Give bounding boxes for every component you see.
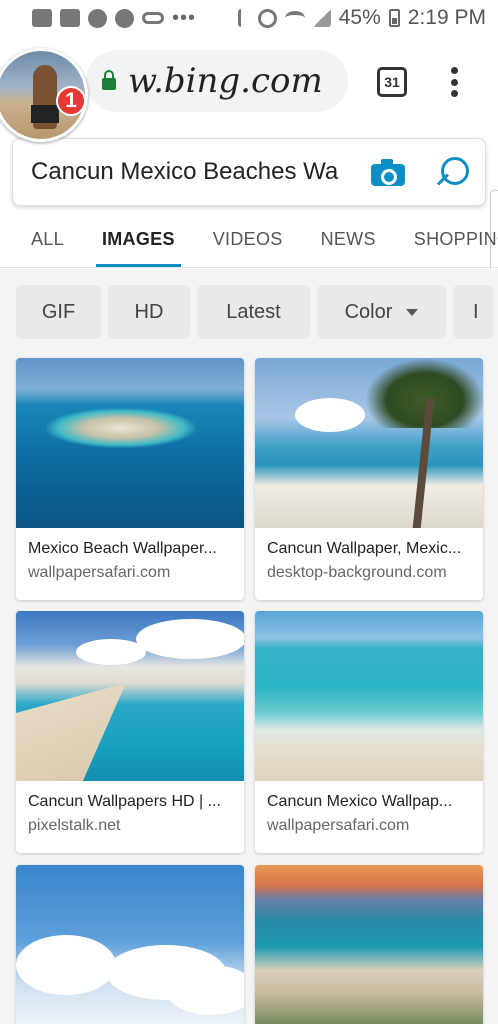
- cloud-shape: [166, 965, 244, 1015]
- image-result-card[interactable]: Mexico Beach Wallpaper... wallpapersafar…: [16, 358, 244, 600]
- search-input[interactable]: Cancun Mexico Beaches Wa: [31, 158, 349, 186]
- battery-icon: [388, 9, 400, 27]
- tab-all[interactable]: ALL: [31, 226, 64, 267]
- image-result-card[interactable]: [16, 865, 244, 1024]
- alarm-icon: [257, 8, 277, 28]
- search-icon[interactable]: [435, 157, 469, 191]
- tab-news[interactable]: NEWS: [321, 226, 376, 267]
- image-result-card[interactable]: Cancun Mexico Wallpap... wallpapersafari…: [255, 611, 483, 853]
- menu-dot-icon: [450, 78, 458, 86]
- filter-bar: GIF HD Latest Color I: [16, 285, 493, 339]
- result-caption: Cancun Wallpapers HD | ... pixelstalk.ne…: [16, 781, 244, 853]
- result-title: Mexico Beach Wallpaper...: [28, 540, 217, 557]
- chevron-down-icon: [406, 308, 419, 316]
- result-caption: Mexico Beach Wallpaper... wallpapersafar…: [16, 528, 244, 600]
- filter-more[interactable]: I: [453, 285, 493, 339]
- filter-label: GIF: [41, 300, 76, 323]
- message-icon: [32, 9, 52, 27]
- filter-label: Color: [344, 300, 393, 323]
- result-source: wallpapersafari.com: [28, 564, 171, 581]
- overflow-menu-button[interactable]: [446, 64, 462, 100]
- filter-gif[interactable]: GIF: [16, 285, 101, 339]
- youtube-icon: [60, 9, 80, 27]
- voicemail-icon: [142, 12, 164, 24]
- cloud-shape: [16, 935, 116, 995]
- result-thumbnail[interactable]: [16, 611, 244, 781]
- pinterest-icon: [115, 8, 134, 28]
- tab-images[interactable]: IMAGES: [95, 226, 181, 267]
- notification-badge: 1: [56, 86, 86, 116]
- image-result-card[interactable]: Cancun Wallpaper, Mexic... desktop-backg…: [255, 358, 483, 600]
- clock: 2:19 PM: [407, 6, 486, 29]
- more-notifications-icon: •••: [172, 6, 197, 29]
- result-caption: Cancun Wallpaper, Mexic... desktop-backg…: [255, 528, 483, 600]
- filter-label: Latest: [226, 300, 281, 323]
- menu-dot-icon: [450, 67, 458, 74]
- filter-hd[interactable]: HD: [108, 285, 190, 339]
- avatar-shorts: [31, 105, 59, 123]
- browser-toolbar: 1 w.bing.com 31: [0, 36, 498, 142]
- battery-percent: 45%: [338, 6, 381, 29]
- address-bar[interactable]: w.bing.com: [86, 50, 348, 112]
- bluetooth-icon: [237, 9, 250, 27]
- filter-latest[interactable]: Latest: [197, 285, 310, 339]
- tab-videos[interactable]: VIDEOS: [213, 226, 283, 267]
- search-box[interactable]: Cancun Mexico Beaches Wa: [12, 138, 486, 206]
- result-title: Cancun Wallpaper, Mexic...: [267, 540, 462, 557]
- tab-shopping[interactable]: SHOPPING: [414, 226, 498, 267]
- result-source: wallpapersafari.com: [267, 817, 410, 834]
- pinterest-icon: [88, 8, 107, 28]
- result-caption: Cancun Mexico Wallpap... wallpapersafari…: [255, 781, 483, 853]
- result-thumbnail[interactable]: [16, 865, 244, 1024]
- image-result-card[interactable]: Cancun Wallpapers HD | ... pixelstalk.ne…: [16, 611, 244, 853]
- result-title: Cancun Mexico Wallpap...: [267, 793, 453, 810]
- image-results-area: GIF HD Latest Color I Mexico Beach Wallp…: [0, 269, 498, 1024]
- result-title: Cancun Wallpapers HD | ...: [28, 793, 221, 810]
- result-thumbnail[interactable]: [255, 865, 483, 1024]
- cloud-shape: [136, 619, 244, 659]
- search-tabs: ALL IMAGES VIDEOS NEWS SHOPPING: [0, 226, 498, 268]
- tab-switcher-button[interactable]: 31: [377, 67, 407, 97]
- result-thumbnail[interactable]: [255, 611, 483, 781]
- island-shape: [46, 408, 196, 448]
- status-bar: ••• 45% 2:19 PM: [0, 0, 498, 36]
- menu-dot-icon: [450, 90, 458, 97]
- url-text: w.bing.com: [128, 61, 323, 101]
- result-source: desktop-background.com: [267, 564, 447, 581]
- filter-color[interactable]: Color: [317, 285, 446, 339]
- result-thumbnail[interactable]: [16, 358, 244, 528]
- cloud-shape: [295, 398, 365, 432]
- result-source: pixelstalk.net: [28, 817, 121, 834]
- filter-label: HD: [134, 300, 164, 323]
- signal-icon: [312, 9, 331, 27]
- beach-shape: [16, 683, 126, 781]
- web-page: Cancun Mexico Beaches Wa ALL IMAGES VIDE…: [0, 126, 498, 1024]
- cloud-shape: [76, 639, 146, 665]
- result-thumbnail[interactable]: [255, 358, 483, 528]
- image-result-card[interactable]: [255, 865, 483, 1024]
- wifi-icon: [284, 11, 305, 25]
- camera-icon[interactable]: [371, 159, 405, 186]
- filter-label: I: [473, 300, 479, 323]
- lock-icon: [100, 70, 118, 92]
